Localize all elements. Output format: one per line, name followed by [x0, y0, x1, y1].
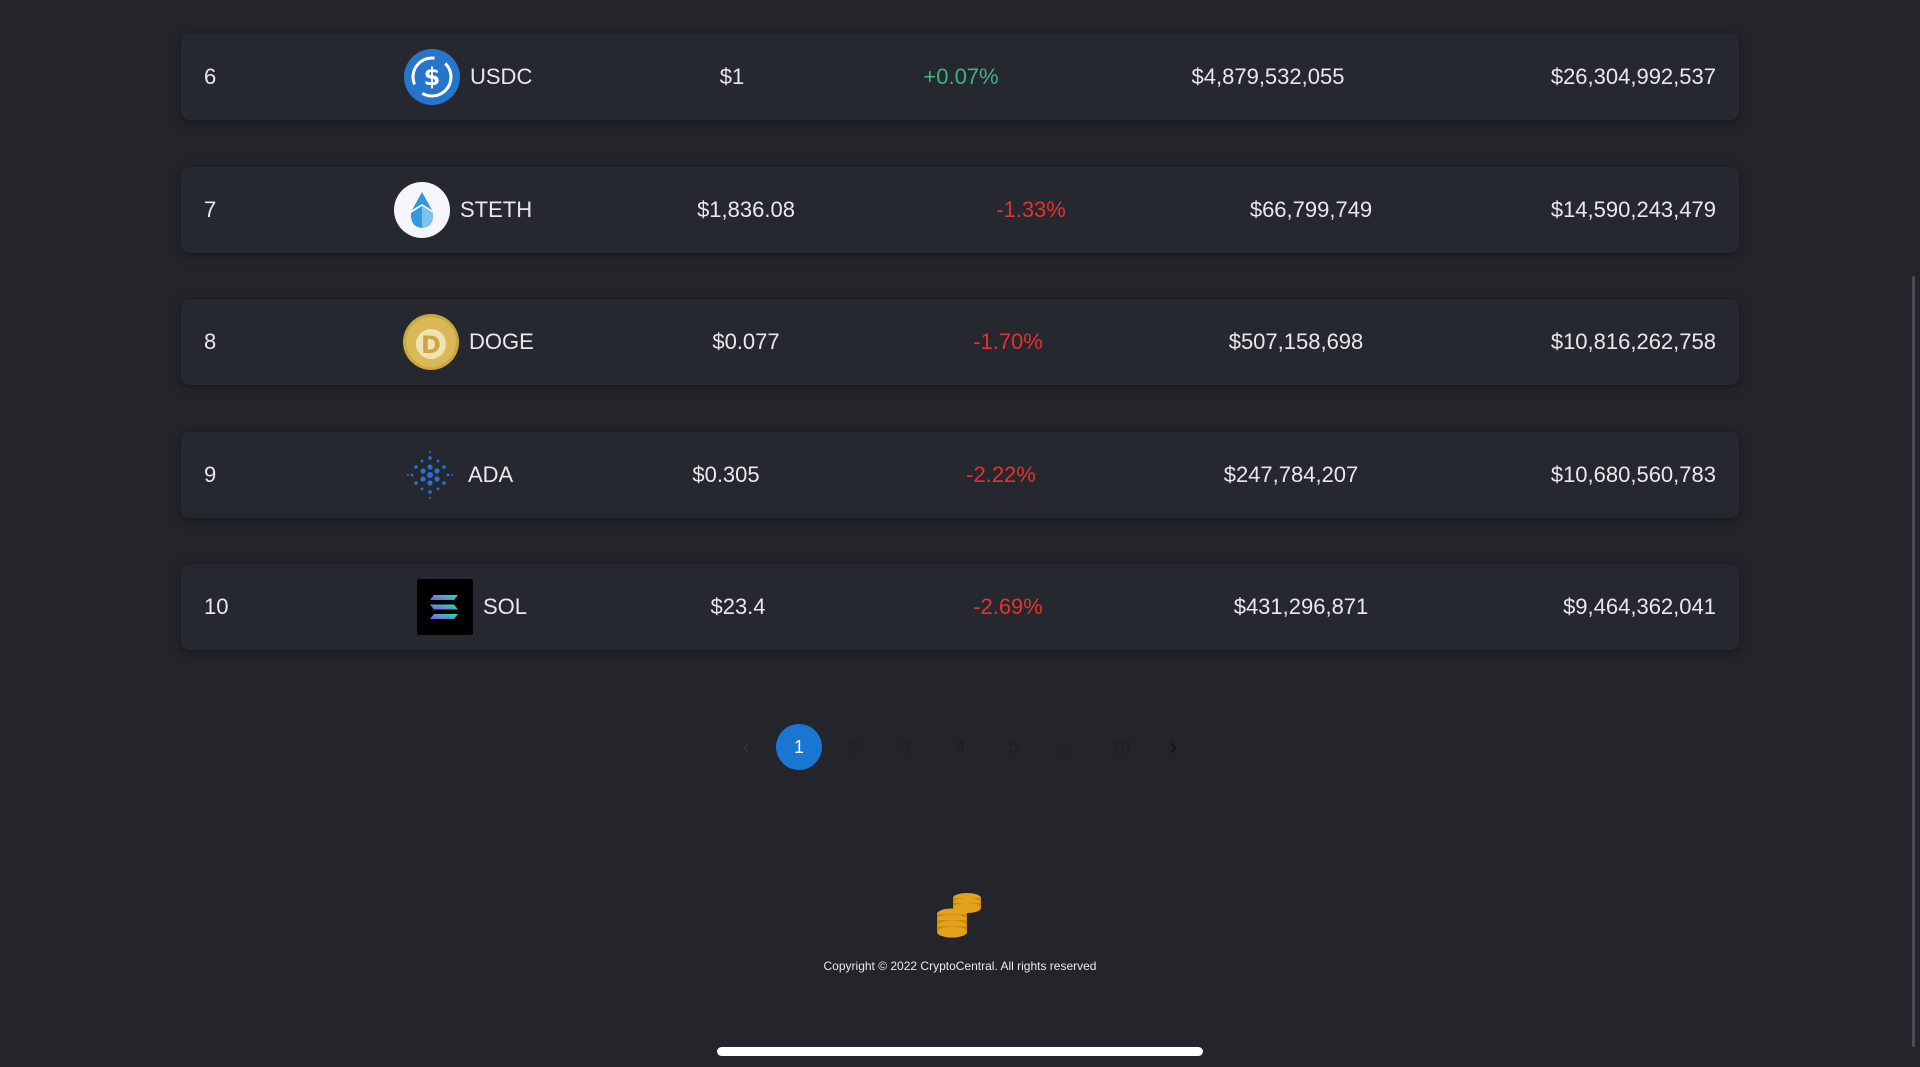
coin-row-steth[interactable]: 7 STETH $1,836.08 -1.33% $66,799,749 $14… — [181, 167, 1739, 253]
coin-cell: STETH — [394, 167, 532, 253]
coin-cell: ADA — [402, 432, 513, 518]
volume: $247,784,207 — [1223, 462, 1359, 487]
next-page-button[interactable]: › — [1150, 724, 1196, 770]
page-3-button[interactable]: 3 — [883, 724, 929, 770]
scrollbar[interactable] — [1912, 276, 1915, 1047]
volume: $4,879,532,055 — [1191, 64, 1345, 89]
rank: 6 — [204, 64, 217, 89]
coin-cell: SOL — [417, 564, 527, 650]
volume: $507,158,698 — [1228, 329, 1364, 354]
doge-icon: D — [403, 314, 459, 370]
market-cap: $26,304,992,537 — [1550, 64, 1716, 89]
price: $0.077 — [712, 329, 780, 354]
prev-page-button[interactable]: ‹ — [723, 724, 769, 770]
page-2-button[interactable]: 2 — [830, 724, 876, 770]
coin-symbol: DOGE — [469, 329, 534, 354]
page-10-button[interactable]: 10 — [1097, 724, 1143, 770]
rank: 8 — [204, 329, 217, 354]
coin-cell: $ USDC — [404, 34, 532, 120]
coins-icon — [935, 890, 985, 940]
change-24h: -1.70% — [973, 329, 1043, 354]
price: $0.305 — [692, 462, 760, 487]
coin-row-sol[interactable]: 10 SOL $23.4 -2.69% $431,296,871 $9,464,… — [181, 564, 1739, 650]
ada-icon — [402, 447, 458, 503]
market-cap: $10,680,560,783 — [1550, 462, 1716, 487]
price: $1 — [719, 64, 745, 89]
volume: $431,296,871 — [1233, 594, 1369, 619]
rank: 9 — [204, 462, 217, 487]
coin-symbol: ADA — [468, 462, 514, 487]
change-24h: -1.33% — [996, 197, 1066, 222]
change-24h: -2.22% — [966, 462, 1036, 487]
page-4-button[interactable]: 4 — [937, 724, 983, 770]
svg-text:D: D — [421, 331, 441, 359]
coin-symbol: SOL — [483, 594, 528, 619]
volume: $66,799,749 — [1249, 197, 1373, 222]
price: $23.4 — [710, 594, 766, 619]
steth-icon — [394, 182, 450, 238]
coin-symbol: STETH — [460, 197, 533, 222]
coin-row-ada[interactable]: 9 ADA $0.305 -2.22% $247,784,207 $10,680… — [181, 432, 1739, 518]
market-cap: $10,816,262,758 — [1550, 329, 1716, 354]
svg-text:$: $ — [424, 63, 441, 91]
change-24h: -2.69% — [973, 594, 1043, 619]
market-cap: $9,464,362,041 — [1563, 594, 1716, 619]
price: $1,836.08 — [697, 197, 795, 222]
page-1-button[interactable]: 1 — [776, 724, 822, 770]
market-cap: $14,590,243,479 — [1550, 197, 1716, 222]
coin-symbol: USDC — [470, 64, 533, 89]
usdc-icon: $ — [404, 49, 460, 105]
pagination-ellipsis: … — [1057, 737, 1075, 757]
coin-cell: D DOGE — [403, 299, 534, 385]
rank: 7 — [204, 197, 217, 222]
home-indicator[interactable] — [717, 1047, 1203, 1056]
copyright-text: Copyright © 2022 CryptoCentral. All righ… — [823, 959, 1097, 973]
rank: 10 — [204, 594, 229, 619]
change-24h: +0.07% — [923, 64, 999, 89]
page: 6 $ USDC $1 +0.07% $4,879,532,055 $26,30… — [0, 0, 1920, 1067]
pagination: ‹ 1 2 3 4 5 … 10 › — [0, 724, 1920, 770]
page-5-button[interactable]: 5 — [990, 724, 1036, 770]
coin-row-doge[interactable]: 8 D DOGE $0.077 -1.70% $507,158,698 $10,… — [181, 299, 1739, 385]
coin-row-usdc[interactable]: 6 $ USDC $1 +0.07% $4,879,532,055 $26,30… — [181, 34, 1739, 120]
sol-icon — [417, 579, 473, 635]
